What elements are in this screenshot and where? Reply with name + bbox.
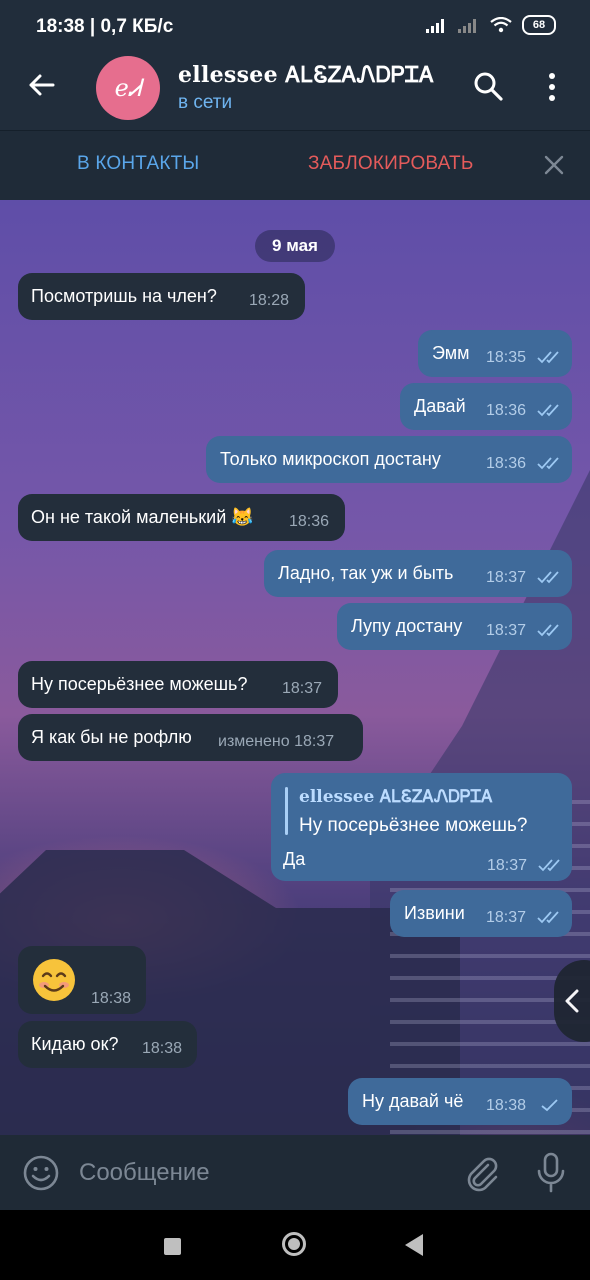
message-bubble-incoming[interactable]: Я как бы не рофлю изменено 18:37 [18,714,363,761]
message-time: 18:38 [91,990,132,1007]
message-text: Эмм [432,343,470,363]
double-check-icon [537,911,559,924]
message-bubble-outgoing[interactable]: Давай 18:36 [400,383,572,430]
message-text: Давай [414,396,466,416]
back-nav-icon[interactable] [405,1234,423,1256]
message-text: Я как бы не рофлю [31,727,192,747]
search-icon[interactable] [472,70,504,102]
message-time: 18:37 [487,857,528,874]
chat-header: eᏗ ellessee ᎪᏞᏋᏃᎪᏁᎠᏢᏆᎪ в сети [0,44,590,130]
home-icon[interactable] [282,1232,306,1256]
message-bubble-outgoing[interactable]: Ладно, так уж и быть 18:37 [264,550,572,597]
reply-author: ellessee ᎪᏞᏋᏃᎪᏁᎠᏢᏆᎪ [299,787,494,807]
signal-2-icon [458,19,476,33]
message-bubble-incoming[interactable]: Он не такой маленький 😹 18:36 [18,494,345,541]
message-time: 18:28 [249,292,290,309]
add-contact-button[interactable]: В КОНТАКТЫ [77,153,199,175]
message-time: 18:35 [486,349,527,366]
message-bubble-outgoing[interactable]: Извини 18:37 [390,890,572,937]
message-text: Он не такой маленький 😹 [31,507,254,527]
message-text: Ну посерьёзнее можешь? [31,674,248,694]
message-time: 18:36 [486,402,527,419]
message-bubble-incoming[interactable]: Ну посерьёзнее можешь? 18:37 [18,661,338,708]
back-arrow-icon[interactable] [26,70,56,100]
more-vert-icon[interactable] [540,70,564,104]
date-separator: 9 мая [255,230,335,262]
close-icon[interactable] [544,155,564,175]
message-bubble-incoming[interactable]: Посмотришь на член? 18:28 [18,273,305,320]
system-nav-bar [0,1210,590,1280]
contact-action-bar: В КОНТАКТЫ ЗАБЛОКИРОВАТЬ [0,130,590,201]
message-time: 18:36 [289,513,330,530]
message-bubble-incoming[interactable]: Кидаю ок? 18:38 [18,1021,197,1068]
message-text: Посмотришь на член? [31,286,217,306]
message-composer: Сообщение [0,1135,590,1210]
message-text: Да [283,849,306,869]
message-time: 18:37 [486,622,527,639]
chevron-left-icon [565,989,579,1013]
message-text: Только микроскоп достану [220,449,441,469]
emoji-icon[interactable] [22,1154,60,1192]
swipe-panel-handle[interactable] [554,960,590,1042]
wifi-icon [490,17,512,33]
signal-icon [426,19,444,33]
message-bubble-incoming[interactable]: 18:38 [18,946,146,1014]
microphone-icon[interactable] [534,1151,568,1195]
message-time: 18:37 [486,909,527,926]
message-bubble-reply[interactable]: ellessee ᎪᏞᏋᏃᎪᏁᎠᏢᏆᎪ Ну посерьёзнее можеш… [271,773,572,881]
message-text: Ну давай чё [362,1091,464,1111]
double-check-icon [537,351,559,364]
message-time: 18:37 [282,680,323,697]
message-bubble-outgoing[interactable]: Лупу достану 18:37 [337,603,572,650]
message-text: Лупу достану [351,616,463,636]
block-button[interactable]: ЗАБЛОКИРОВАТЬ [308,153,474,175]
reply-quote-text: Ну посерьёзнее можешь? [299,815,528,836]
double-check-icon [537,571,559,584]
double-check-icon [538,859,560,872]
contact-name[interactable]: ellessee ᎪᏞᏋᏃᎪᏁᎠᏢᏆᎪ [178,62,435,88]
double-check-icon [537,624,559,637]
message-time: изменено 18:37 [218,733,335,750]
message-text: Извини [404,903,465,923]
message-time: 18:36 [486,455,527,472]
double-check-icon [537,457,559,470]
status-icons: 68 [426,15,556,35]
avatar[interactable]: eᏗ [96,56,160,120]
message-bubble-outgoing[interactable]: Эмм 18:35 [418,330,572,377]
battery-icon: 68 [522,15,556,35]
message-time: 18:37 [486,569,527,586]
contact-status: в сети [178,92,233,113]
reply-quote-bar [285,787,288,835]
check-icon [541,1099,558,1112]
chat-area[interactable]: 9 мая Посмотришь на член? 18:28 Эмм 18:3… [0,200,590,1135]
message-time: 18:38 [486,1097,527,1114]
message-bubble-outgoing[interactable]: Только микроскоп достану 18:36 [206,436,572,483]
smiling-face-emoji-icon [33,959,75,1001]
message-input[interactable]: Сообщение [79,1159,210,1187]
attach-icon[interactable] [462,1153,502,1193]
status-time: 18:38 | 0,7 КБ/с [36,16,174,37]
message-text: Кидаю ок? [31,1034,119,1054]
recent-apps-icon[interactable] [164,1238,181,1255]
message-text: Ладно, так уж и быть [278,563,454,583]
message-time: 18:38 [142,1040,183,1057]
double-check-icon [537,404,559,417]
message-bubble-outgoing[interactable]: Ну давай чё 18:38 [348,1078,572,1125]
